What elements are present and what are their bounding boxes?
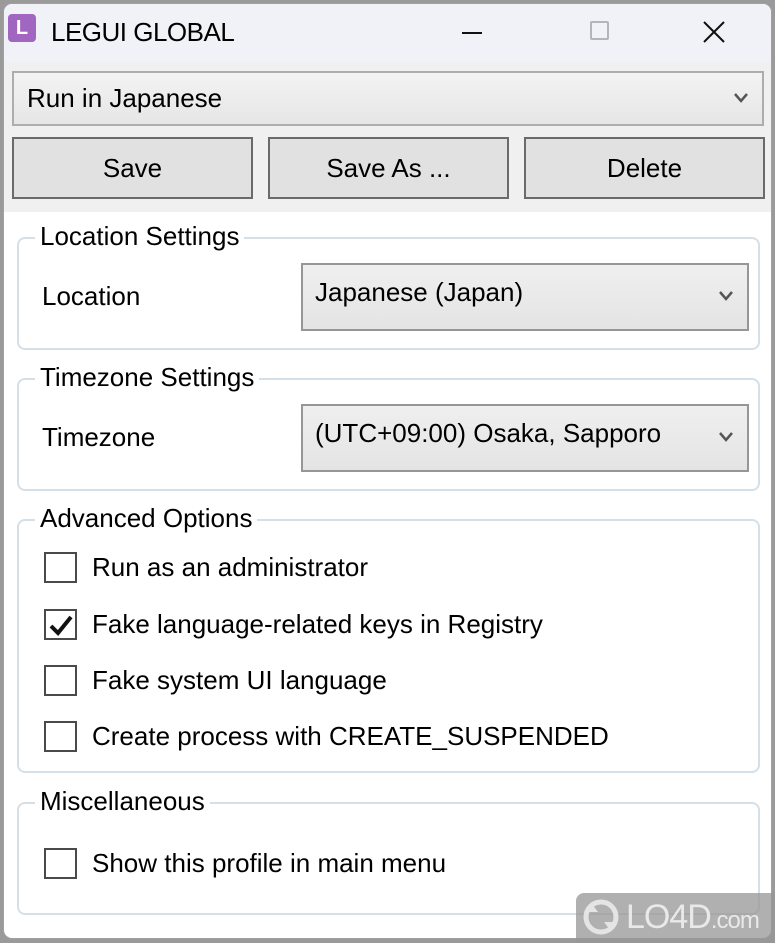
miscellaneous-legend: Miscellaneous bbox=[35, 784, 210, 818]
chevron-down-icon bbox=[719, 291, 733, 301]
location-settings-legend: Location Settings bbox=[35, 219, 245, 253]
maximize-icon bbox=[590, 21, 609, 40]
create-suspended-checkbox[interactable] bbox=[44, 721, 77, 752]
profile-toolbar: Run in Japanese Save Save As ... Delete bbox=[4, 62, 771, 212]
timezone-dropdown[interactable]: (UTC+09:00) Osaka, Sapporo bbox=[301, 404, 749, 472]
fake-ui-language-label: Fake system UI language bbox=[92, 665, 387, 695]
location-label: Location bbox=[42, 281, 141, 311]
title-bar[interactable]: L LEGUI GLOBAL bbox=[4, 4, 771, 62]
create-suspended-label: Create process with CREATE_SUSPENDED bbox=[92, 721, 609, 751]
window-title: LEGUI GLOBAL bbox=[51, 17, 235, 47]
fake-registry-keys-checkbox[interactable] bbox=[44, 609, 77, 640]
fake-registry-keys-label: Fake language-related keys in Registry bbox=[92, 609, 543, 639]
minimize-button[interactable] bbox=[439, 4, 499, 62]
run-as-admin-checkbox[interactable] bbox=[44, 552, 77, 583]
minimize-icon bbox=[462, 32, 482, 34]
legui-global-window: L LEGUI GLOBAL Run in Japanese Save Save… bbox=[3, 3, 772, 939]
chevron-down-icon bbox=[734, 92, 748, 103]
close-button[interactable] bbox=[684, 4, 744, 62]
watermark-text: LO4D bbox=[626, 898, 712, 936]
lo4d-watermark: LO4D.com bbox=[576, 893, 775, 943]
timezone-label: Timezone bbox=[42, 422, 156, 452]
timezone-settings-group: Timezone Settings Timezone (UTC+09:00) O… bbox=[17, 360, 760, 491]
profile-dropdown-value: Run in Japanese bbox=[27, 83, 223, 113]
advanced-options-group: Advanced Options Run as an administrator… bbox=[17, 501, 760, 773]
timezone-dropdown-value: (UTC+09:00) Osaka, Sapporo bbox=[315, 418, 662, 448]
show-in-main-menu-checkbox[interactable] bbox=[44, 848, 77, 879]
app-icon: L bbox=[8, 14, 36, 42]
location-dropdown[interactable]: Japanese (Japan) bbox=[301, 263, 749, 331]
profile-dropdown[interactable]: Run in Japanese bbox=[12, 71, 764, 126]
advanced-options-legend: Advanced Options bbox=[35, 501, 258, 535]
show-in-main-menu-label: Show this profile in main menu bbox=[92, 848, 447, 878]
run-as-admin-label: Run as an administrator bbox=[92, 552, 369, 582]
location-dropdown-value: Japanese (Japan) bbox=[315, 277, 524, 307]
save-as-button[interactable]: Save As ... bbox=[268, 137, 509, 199]
checkmark-icon bbox=[49, 615, 73, 636]
chevron-down-icon bbox=[719, 432, 733, 442]
watermark-suffix: .com bbox=[710, 907, 760, 934]
save-button[interactable]: Save bbox=[12, 137, 253, 199]
fake-ui-language-checkbox[interactable] bbox=[44, 665, 77, 696]
location-settings-group: Location Settings Location Japanese (Jap… bbox=[17, 219, 760, 350]
timezone-settings-legend: Timezone Settings bbox=[35, 360, 260, 394]
close-icon bbox=[703, 21, 725, 43]
maximize-button[interactable] bbox=[567, 4, 627, 62]
delete-button[interactable]: Delete bbox=[524, 137, 765, 199]
lo4d-logo-icon bbox=[583, 899, 619, 935]
